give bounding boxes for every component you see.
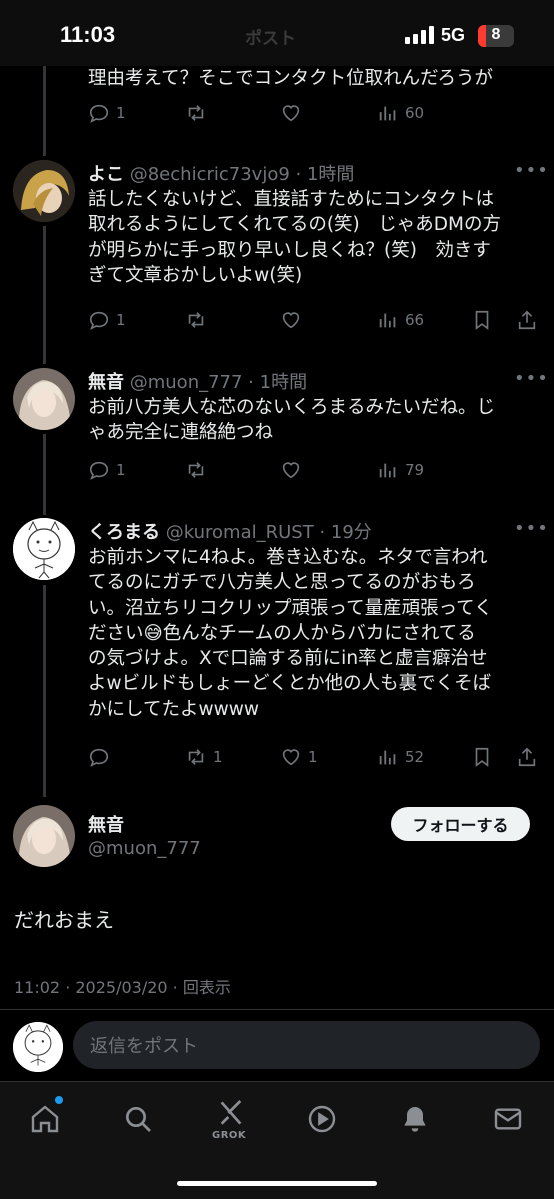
- bottom-tab-bar: GROK: [0, 1081, 554, 1199]
- signal-icon: [405, 26, 435, 44]
- views-icon: [379, 463, 396, 478]
- tab-video[interactable]: [302, 1099, 342, 1139]
- author-name[interactable]: くろまる: [88, 522, 160, 543]
- tweet-text: お前八方美人な芯のないくろまるみたいだね。じ ゃあ完全に連絡絶つね: [88, 397, 496, 444]
- bookmark-icon: [475, 747, 489, 767]
- home-icon: [31, 1105, 59, 1133]
- tab-search[interactable]: [118, 1099, 158, 1139]
- avatar[interactable]: [13, 518, 75, 580]
- bookmark-button[interactable]: [471, 307, 493, 333]
- tweet-header: くろまる @kuromal_RUST · 19分: [88, 518, 372, 544]
- author-handle[interactable]: @muon_777: [88, 838, 201, 859]
- repost-button[interactable]: 1: [185, 744, 223, 770]
- battery-icon: 8: [478, 25, 514, 47]
- tweet-actions: 1 66: [0, 307, 554, 333]
- grok-icon: [220, 1100, 242, 1125]
- reply-icon: [89, 311, 109, 330]
- reply-button[interactable]: 1: [88, 100, 126, 126]
- share-icon: [518, 747, 536, 767]
- like-button[interactable]: [280, 457, 302, 483]
- reply-icon: [89, 104, 109, 123]
- repost-button[interactable]: [185, 457, 207, 483]
- like-button[interactable]: [280, 307, 302, 333]
- author-name[interactable]: よこ: [88, 164, 124, 185]
- views-icon: [379, 313, 396, 328]
- home-indicator: [177, 1181, 377, 1186]
- follow-button[interactable]: フォローする: [391, 807, 530, 841]
- like-button[interactable]: 1: [280, 744, 318, 770]
- tab-home[interactable]: [25, 1099, 65, 1139]
- heart-icon: [282, 462, 300, 479]
- heart-icon: [282, 749, 300, 766]
- share-button[interactable]: [516, 744, 538, 770]
- share-icon: [518, 310, 536, 330]
- heart-icon: [282, 105, 300, 122]
- bookmark-icon: [475, 310, 489, 330]
- bell-icon: [404, 1107, 426, 1132]
- reply-bar: 返信をポスト: [0, 1009, 554, 1081]
- play-icon: [308, 1105, 336, 1133]
- bookmark-button[interactable]: [471, 744, 493, 770]
- tab-messages[interactable]: [488, 1099, 528, 1139]
- like-button[interactable]: [280, 100, 302, 126]
- thread-line: [43, 226, 46, 364]
- views-icon: [379, 106, 396, 121]
- avatar[interactable]: [13, 805, 75, 867]
- author-meta: @kuromal_RUST · 19分: [165, 522, 372, 543]
- views-button[interactable]: 52: [377, 744, 424, 770]
- repost-button[interactable]: [185, 100, 207, 126]
- reply-input[interactable]: 返信をポスト: [73, 1021, 540, 1069]
- grok-label: GROK: [212, 1130, 247, 1141]
- repost-icon: [188, 749, 204, 765]
- reply-button[interactable]: 1: [88, 307, 126, 333]
- tab-grok[interactable]: [211, 1093, 251, 1133]
- tweet-text: 理由考えて？そこでコンタクト位取れんだろうが: [88, 68, 493, 89]
- views-icon: [379, 750, 396, 765]
- avatar[interactable]: [13, 1022, 63, 1072]
- repost-icon: [188, 462, 204, 478]
- tweet-actions: 1 60: [0, 100, 554, 126]
- views-button[interactable]: 79: [377, 457, 424, 483]
- tweet-actions: 1 79: [0, 457, 554, 483]
- tweet-text: 話したくないけど、直接話すためにコンタクトは 取れるようにしてくれてるの(笑) …: [88, 189, 501, 286]
- status-bar: 11:03 ポスト 5G 8: [0, 0, 554, 66]
- network-type: 5G: [441, 25, 466, 45]
- tweet-timestamp: 11:02 · 2025/03/20 · 回表示: [14, 978, 231, 997]
- mail-icon: [494, 1108, 522, 1130]
- more-icon[interactable]: •••: [514, 160, 549, 181]
- tweet-header: よこ @8echicric73vjo9 · 1時間: [88, 160, 354, 186]
- heart-icon: [282, 312, 300, 329]
- reply-icon: [89, 461, 109, 480]
- page-title: ポスト: [245, 29, 296, 49]
- status-time: 11:03: [60, 22, 116, 47]
- reply-button[interactable]: [88, 744, 116, 770]
- tab-notifications[interactable]: [395, 1099, 435, 1139]
- author-name[interactable]: 無音: [88, 811, 124, 837]
- battery-level: 8: [491, 26, 501, 43]
- tweet-text: だれおまえ: [14, 908, 114, 932]
- tweet-header: 無音 @muon_777 · 1時間: [88, 368, 307, 394]
- repost-icon: [188, 105, 204, 121]
- views-button[interactable]: 66: [377, 307, 424, 333]
- reply-icon: [89, 748, 109, 767]
- views-button[interactable]: 60: [377, 100, 424, 126]
- author-name[interactable]: 無音: [88, 372, 124, 393]
- avatar[interactable]: [13, 368, 75, 430]
- share-button[interactable]: [516, 307, 538, 333]
- more-icon[interactable]: •••: [514, 518, 549, 539]
- author-meta: @muon_777 · 1時間: [129, 372, 308, 393]
- tweet-text: お前ホンマに4ねよ。巻き込むな。ネタで言われ てるのにガチで八方美人と思ってるの…: [88, 547, 493, 720]
- avatar[interactable]: [13, 160, 75, 222]
- notification-dot: [55, 1096, 63, 1104]
- tweet-actions: 1 1 52: [0, 744, 554, 770]
- author-meta: @8echicric73vjo9 · 1時間: [129, 164, 355, 185]
- more-icon[interactable]: •••: [514, 368, 549, 389]
- reply-button[interactable]: 1: [88, 457, 126, 483]
- repost-button[interactable]: [185, 307, 207, 333]
- search-icon: [126, 1107, 151, 1132]
- repost-icon: [188, 312, 204, 328]
